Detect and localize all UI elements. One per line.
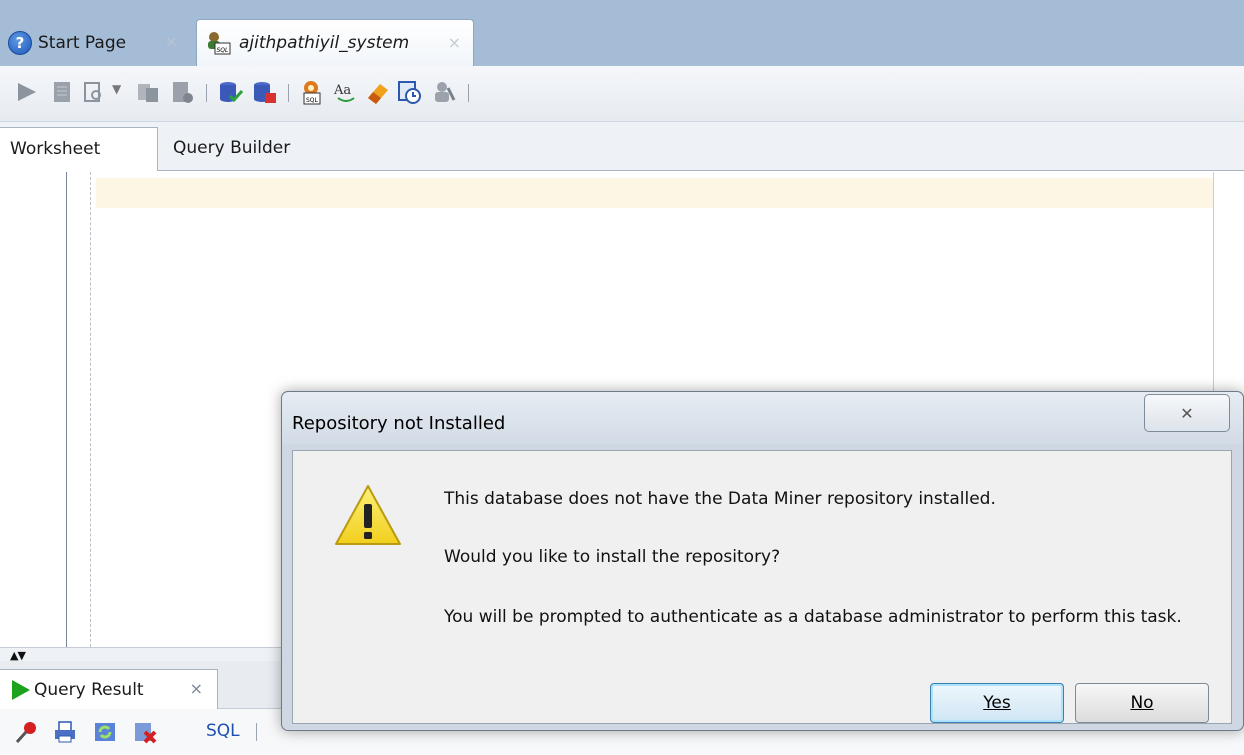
print-icon[interactable] xyxy=(52,719,78,745)
repository-not-installed-dialog: Repository not Installed ✕ This database… xyxy=(281,391,1244,731)
tab-start-page[interactable]: ? Start Page × xyxy=(0,19,190,66)
dialog-titlebar[interactable]: Repository not Installed ✕ xyxy=(282,392,1243,444)
dialog-message-authenticate: You will be prompted to authenticate as … xyxy=(444,607,1182,627)
no-button[interactable]: No xyxy=(1075,683,1209,723)
to-upper-lower-icon[interactable]: Aa xyxy=(332,78,360,106)
svg-text:SQL: SQL xyxy=(306,97,319,104)
sql-tuning-icon[interactable]: SQL xyxy=(298,78,326,106)
dialog-message-repository-missing: This database does not have the Data Min… xyxy=(444,489,996,509)
close-icon: ✕ xyxy=(1180,403,1194,423)
yes-button-label: Yes xyxy=(983,693,1011,713)
autotrace-icon[interactable] xyxy=(80,78,108,106)
toolbar-separator xyxy=(206,84,207,102)
help-icon: ? xyxy=(8,30,32,55)
rollback-icon[interactable] xyxy=(168,78,196,106)
tab-connection-worksheet[interactable]: SQL ajithpathiyil_system × xyxy=(196,19,474,66)
tab-query-result-label: Query Result xyxy=(34,679,144,700)
sql-connection-icon: SQL xyxy=(208,32,231,55)
cancel-query-icon[interactable] xyxy=(132,719,158,745)
no-button-label: No xyxy=(1130,693,1154,713)
tab-connection-label: ajithpathiyil_system xyxy=(239,33,410,53)
current-line-highlight xyxy=(96,178,1214,208)
dialog-message-install-prompt: Would you like to install the repository… xyxy=(444,547,781,567)
tab-start-page-label: Start Page xyxy=(38,32,127,53)
commit-db-icon[interactable] xyxy=(216,78,244,106)
worksheet-toolbar: ▼ SQL Aa xyxy=(0,66,1244,122)
run-statement-icon[interactable] xyxy=(12,78,40,106)
explain-plan-icon[interactable] xyxy=(430,78,458,106)
toolbar-separator xyxy=(256,723,257,741)
sql-history-icon[interactable] xyxy=(396,78,424,106)
commit-icon[interactable] xyxy=(134,78,162,106)
rollback-db-icon[interactable] xyxy=(250,78,278,106)
warning-icon xyxy=(335,485,401,545)
tab-worksheet[interactable]: Worksheet xyxy=(0,127,158,171)
yes-button[interactable]: Yes xyxy=(930,683,1064,723)
document-tab-strip: ? Start Page × SQL ajithpathiyil_system … xyxy=(0,0,1244,66)
toolbar-separator xyxy=(468,84,469,102)
close-tab-connection-icon[interactable]: × xyxy=(448,33,461,52)
dialog-title: Repository not Installed xyxy=(292,413,506,434)
run-script-icon[interactable] xyxy=(48,78,76,106)
dialog-body: This database does not have the Data Min… xyxy=(292,450,1232,724)
editor-sub-tabs: Worksheet Query Builder xyxy=(0,122,1244,171)
svg-text:Aa: Aa xyxy=(333,83,351,98)
close-query-result-icon[interactable]: × xyxy=(190,679,203,698)
editor-gutter-border xyxy=(66,172,67,647)
tab-query-builder[interactable]: Query Builder xyxy=(163,127,343,171)
pin-icon[interactable] xyxy=(14,719,40,745)
close-tab-start-page-icon[interactable]: × xyxy=(165,32,178,51)
refresh-icon[interactable] xyxy=(92,719,118,745)
sql-link[interactable]: SQL xyxy=(206,721,240,741)
svg-text:SQL: SQL xyxy=(217,47,229,54)
clear-eraser-icon[interactable] xyxy=(364,78,392,106)
run-icon xyxy=(12,679,30,700)
dialog-close-button[interactable]: ✕ xyxy=(1144,394,1230,432)
chevron-down-icon[interactable]: ▼ xyxy=(112,82,126,96)
editor-fold-margin xyxy=(90,172,91,647)
tab-query-result[interactable]: Query Result × xyxy=(0,669,218,709)
toolbar-separator xyxy=(288,84,289,102)
